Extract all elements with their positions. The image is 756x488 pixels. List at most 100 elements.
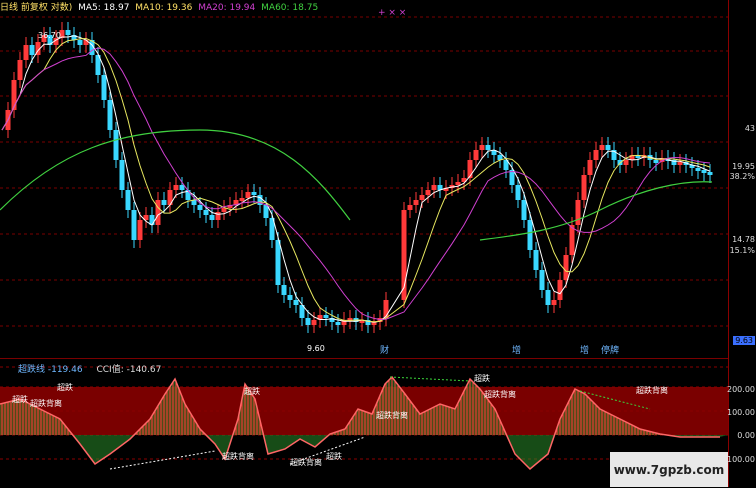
sub-legend: 超跌线 -119.46 CCI值: -140.67 [18,362,164,375]
legend-ma5: MA5: 18.97 [78,3,130,13]
candle-body [65,30,71,35]
event-marker[interactable]: 财 [380,343,389,356]
candle-body [557,280,563,300]
candle-body [179,185,185,190]
candle-body [203,210,209,215]
candle-body [413,200,419,205]
signal-label: 超跌 [12,395,28,404]
candle-body [137,220,143,240]
ma20-line [1,47,711,321]
candle-body [695,168,701,171]
candle-body [161,200,167,205]
candle-body [335,322,341,325]
signal-label: 超跌 [326,452,342,461]
candle-body [425,190,431,195]
signal-label: 超跌背离 [636,386,668,395]
axis-label: 9.63 [733,336,755,345]
ma5-line [1,35,711,323]
candle-body [473,150,479,160]
axis-label: 100.00 [727,408,755,417]
candle-body [479,145,485,150]
signal-label: 超跌背离 [376,411,408,420]
candle-body [293,300,299,305]
candle-body [101,75,107,100]
candle-body [287,295,293,300]
candle-body [305,318,311,325]
candle-body [323,315,329,318]
candle-body [215,212,221,220]
candle-body [209,215,215,220]
axis-label: 19.95 [732,162,755,171]
candle-body [419,195,425,200]
candle-body [515,185,521,200]
candle-body [563,255,569,280]
candle-body [605,145,611,150]
signal-label: 超跌背离 [290,458,322,467]
candle-body [23,45,29,60]
candle-body [677,162,683,165]
divergence-line [109,450,216,470]
candle-body [569,225,575,255]
candle-body [11,80,17,110]
candle-body [551,300,557,305]
candle-body [455,182,461,185]
legend-cci-value: CCI值: -140.67 [96,365,162,375]
candle-body [113,130,119,160]
candle-body [431,185,437,190]
candle-body [587,160,593,175]
axis-label: 15.1% [729,246,755,255]
ma10-line [1,37,711,323]
signal-label: 超跌背离 [30,399,62,408]
candle-body [701,170,707,173]
candle-body [251,192,257,195]
candle-body [155,200,161,225]
legend-dots: + × × [378,8,407,18]
ma60-line [0,129,351,221]
legend-indicator-name: 超跌线 -119.46 [18,365,83,375]
divergence-line [389,376,471,382]
candle-body [527,220,533,250]
candle-body [509,170,515,185]
axis-label: 0.00 [737,431,755,440]
candle-body [221,208,227,212]
candle-body [125,190,131,210]
candlestick-chart[interactable] [0,0,728,355]
candle-body [467,160,473,178]
axis-label: 38.2% [729,172,755,181]
signal-label: 超跌 [474,374,490,383]
candle-body [281,285,287,295]
axis-label: 14.78 [732,235,755,244]
candle-body [407,205,413,210]
candle-body [275,240,281,285]
legend-ma60: MA60: 18.75 [261,3,319,13]
candle-body [197,205,203,210]
legend-ma10: MA10: 19.36 [135,3,193,13]
axis-label: 43 [744,124,755,133]
candle-body [383,300,389,318]
candle-body [311,320,317,325]
signal-label: 超跌 [57,383,73,392]
candle-body [29,45,35,55]
candle-body [581,175,587,200]
signal-label: 超跌背离 [484,390,516,399]
high-price-label: 36.70 [38,31,61,40]
candle-body [83,40,89,45]
candle-body [107,100,113,130]
candle-body [575,200,581,225]
candle-body [245,192,251,198]
candle-body [131,210,137,240]
event-marker[interactable]: 停牌 [601,343,619,356]
low-price-label: 9.60 [307,344,325,353]
event-marker[interactable]: 增 [580,343,589,356]
candle-body [533,250,539,270]
legend-ma20: MA20: 19.94 [198,3,256,13]
event-marker[interactable]: 增 [512,343,521,356]
axis-label: 200.00 [727,385,755,394]
candle-body [653,160,659,163]
candle-body [539,270,545,290]
candle-body [485,145,491,150]
candlestick-panel[interactable]: 日线 前复权 对数) MA5: 18.97 MA10: 19.36 MA20: … [0,0,728,356]
candle-body [521,200,527,220]
candle-body [173,185,179,190]
candle-body [593,150,599,160]
